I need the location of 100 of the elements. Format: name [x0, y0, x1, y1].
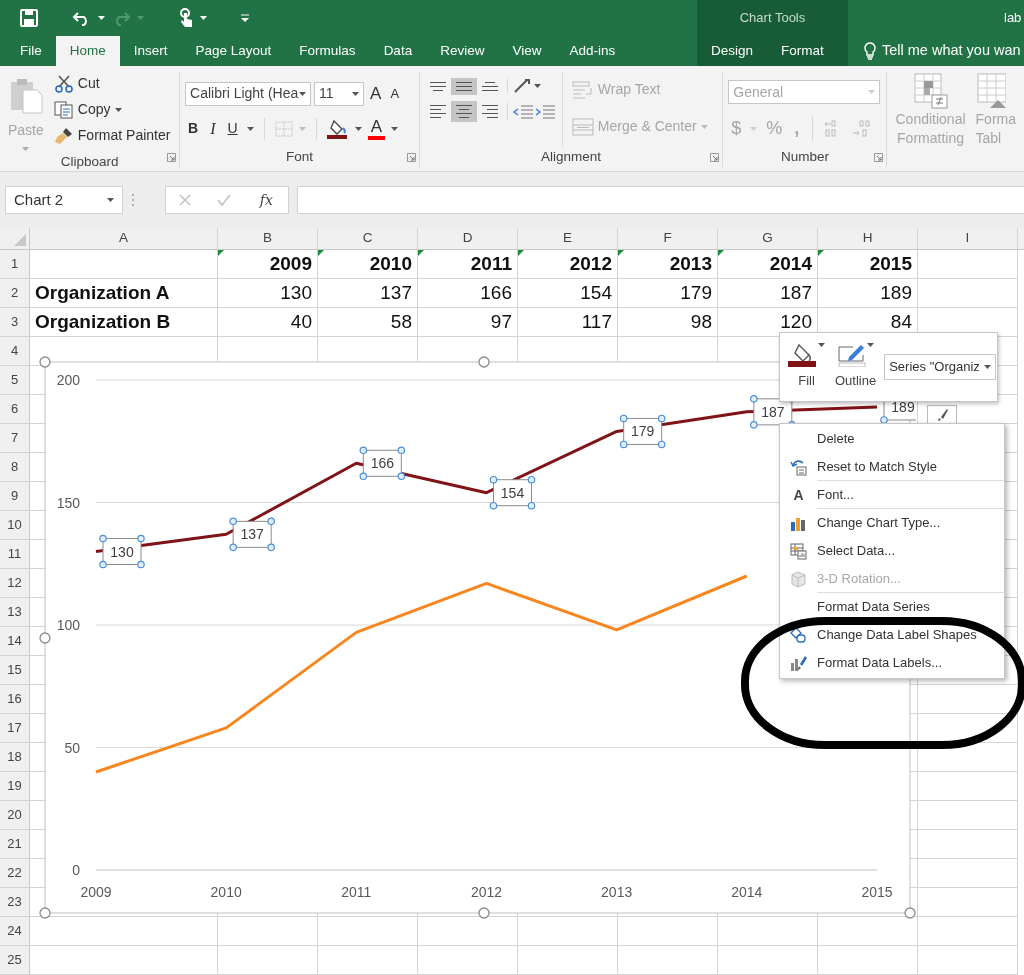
ribbon-tab[interactable]: Add-ins [555, 36, 630, 66]
decrease-font-size-button[interactable]: A [387, 83, 403, 105]
row-header[interactable]: 1 [0, 250, 30, 279]
menu-item[interactable]: Reset to Match Style [780, 453, 1004, 481]
error-indicator-icon[interactable] [418, 250, 424, 256]
row-header[interactable]: 11 [0, 540, 30, 569]
caret-icon[interactable] [114, 107, 122, 112]
column-header[interactable]: C [318, 228, 418, 249]
caret-icon[interactable] [391, 126, 398, 131]
caret-icon[interactable] [352, 91, 360, 96]
ribbon-tab[interactable]: View [498, 36, 556, 66]
column-header[interactable]: H [818, 228, 918, 249]
caret-icon[interactable] [867, 343, 875, 348]
resize-handle[interactable] [478, 907, 490, 919]
row-header[interactable]: 24 [0, 917, 30, 946]
font-size-field[interactable]: 11 [314, 81, 365, 106]
resize-handle[interactable] [39, 632, 51, 644]
ribbon-tab[interactable]: Home [55, 36, 120, 66]
resize-handle[interactable] [478, 356, 490, 368]
ribbon-tab[interactable]: Format [767, 36, 838, 66]
dialog-launcher-icon[interactable] [710, 153, 720, 162]
lightbulb-icon[interactable] [864, 42, 876, 60]
chart-styles-button[interactable] [927, 405, 957, 425]
format-painter-button[interactable]: Format Painter [50, 124, 174, 147]
row-header[interactable]: 2 [0, 279, 30, 308]
increase-font-size-button[interactable]: A [367, 80, 385, 108]
row-header[interactable]: 17 [0, 714, 30, 743]
error-indicator-icon[interactable] [818, 250, 824, 256]
ribbon-tab[interactable]: Design [697, 36, 768, 66]
ribbon-tab[interactable]: Data [369, 36, 427, 66]
column-header[interactable]: D [418, 228, 518, 249]
row-header[interactable]: 19 [0, 772, 30, 801]
row-header[interactable]: 14 [0, 627, 30, 656]
row-header[interactable]: 7 [0, 424, 30, 453]
resize-handle[interactable] [39, 356, 51, 368]
column-header[interactable]: G [718, 228, 818, 249]
caret-icon[interactable] [818, 343, 825, 348]
column-header[interactable]: B [218, 228, 318, 249]
caret-icon[interactable] [983, 365, 991, 369]
column-header[interactable]: I [918, 228, 1018, 249]
row-header[interactable]: 9 [0, 482, 30, 511]
row-header[interactable]: 13 [0, 598, 30, 627]
row-header[interactable]: 15 [0, 656, 30, 685]
dialog-launcher-icon[interactable] [874, 153, 884, 162]
caret-icon[interactable] [246, 126, 254, 131]
column-header[interactable]: A [30, 228, 218, 249]
ribbon-tab[interactable]: Formulas [285, 36, 370, 66]
menu-item[interactable]: Format Data Series [780, 593, 1004, 621]
error-indicator-icon[interactable] [518, 250, 524, 256]
row-header[interactable]: 6 [0, 395, 30, 424]
caret-icon[interactable] [200, 16, 207, 20]
error-indicator-icon[interactable] [218, 250, 224, 256]
increase-indent-icon[interactable] [533, 102, 556, 121]
bold-button[interactable]: B [185, 117, 202, 140]
dialog-launcher-icon[interactable] [167, 153, 177, 162]
resize-handle[interactable] [904, 907, 916, 919]
row-header[interactable]: 20 [0, 801, 30, 830]
row-header[interactable]: 23 [0, 888, 30, 917]
outline-button[interactable]: Outline [833, 343, 879, 391]
ribbon-tab[interactable]: File [6, 36, 56, 66]
save-icon[interactable] [20, 9, 38, 27]
menu-item[interactable]: Select Data... [780, 537, 1004, 565]
menu-item[interactable]: Change Chart Type... [780, 509, 1004, 537]
tell-me-search[interactable]: Tell me what you wan [882, 40, 1021, 62]
underline-button[interactable]: U [224, 117, 241, 140]
caret-icon[interactable] [354, 126, 362, 131]
row-header[interactable]: 21 [0, 830, 30, 859]
row-header[interactable]: 8 [0, 453, 30, 482]
row-header[interactable]: 16 [0, 685, 30, 714]
font-color-button[interactable]: A [367, 117, 385, 140]
error-indicator-icon[interactable] [318, 250, 324, 256]
row-header[interactable]: 18 [0, 743, 30, 772]
ribbon-tab[interactable]: Page Layout [181, 36, 286, 66]
center-button[interactable] [450, 101, 477, 122]
checkmark-icon[interactable] [216, 193, 233, 207]
fill-color-icon[interactable] [326, 118, 349, 139]
row-header[interactable]: 25 [0, 946, 30, 975]
row-header[interactable]: 3 [0, 308, 30, 337]
menu-item[interactable]: Change Data Label Shapes [780, 621, 1004, 649]
row-header[interactable]: 5 [0, 366, 30, 395]
name-box[interactable]: Chart 2 [5, 186, 123, 214]
copy-button[interactable]: Copy [50, 98, 174, 121]
decrease-indent-icon[interactable] [511, 102, 534, 121]
ribbon-tab[interactable]: Review [426, 36, 499, 66]
column-header[interactable]: E [518, 228, 618, 249]
fill-button[interactable]: Fill [786, 343, 827, 391]
row-header[interactable]: 12 [0, 569, 30, 598]
row-header[interactable]: 22 [0, 859, 30, 888]
caret-icon[interactable] [533, 84, 541, 88]
customize-icon[interactable] [241, 14, 249, 22]
caret-icon[interactable] [107, 198, 114, 202]
caret-icon[interactable] [98, 16, 105, 20]
italic-button[interactable]: I [207, 115, 219, 142]
middle-align-button[interactable] [450, 77, 477, 95]
error-indicator-icon[interactable] [718, 250, 724, 256]
font-name-field[interactable]: Calibri Light (Hea [185, 81, 312, 106]
insert-function-button[interactable]: fx [256, 188, 276, 212]
cut-button[interactable]: Cut [50, 72, 174, 95]
error-indicator-icon[interactable] [618, 250, 624, 256]
caret-icon[interactable] [299, 91, 307, 96]
